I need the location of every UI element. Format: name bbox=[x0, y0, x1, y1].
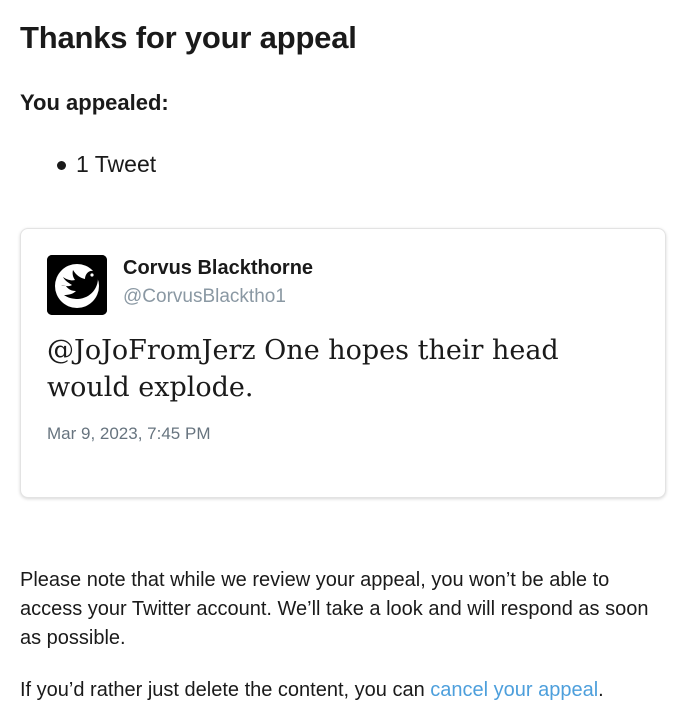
page-title: Thanks for your appeal bbox=[20, 20, 357, 55]
review-notice: Please note that while we review your ap… bbox=[20, 569, 649, 649]
appealed-item-label: 1 Tweet bbox=[76, 151, 157, 177]
bullet-icon bbox=[57, 161, 66, 170]
tweet-author-name: Corvus Blackthorne bbox=[123, 257, 314, 279]
list-item: 1 Tweet bbox=[20, 148, 156, 180]
delete-notice-suffix: . bbox=[598, 679, 604, 701]
tweet-author-handle: @CorvusBlacktho1 bbox=[123, 286, 286, 307]
tweet-text: @JoJoFromJerz One hopes their head would… bbox=[47, 335, 559, 403]
tweet-timestamp: Mar 9, 2023, 7:45 PM bbox=[47, 424, 211, 443]
appealed-items-list: 1 Tweet bbox=[20, 148, 156, 180]
tweet-card: Corvus Blackthorne @CorvusBlacktho1 @JoJ… bbox=[20, 228, 666, 498]
bird-silhouette-icon bbox=[47, 255, 107, 315]
cancel-appeal-link[interactable]: cancel your appeal bbox=[430, 679, 598, 701]
avatar bbox=[47, 255, 107, 315]
delete-notice-prefix: If you’d rather just delete the content,… bbox=[20, 679, 431, 701]
appealed-heading: You appealed: bbox=[20, 90, 169, 115]
delete-content-notice: If you’d rather just delete the content,… bbox=[20, 676, 680, 705]
